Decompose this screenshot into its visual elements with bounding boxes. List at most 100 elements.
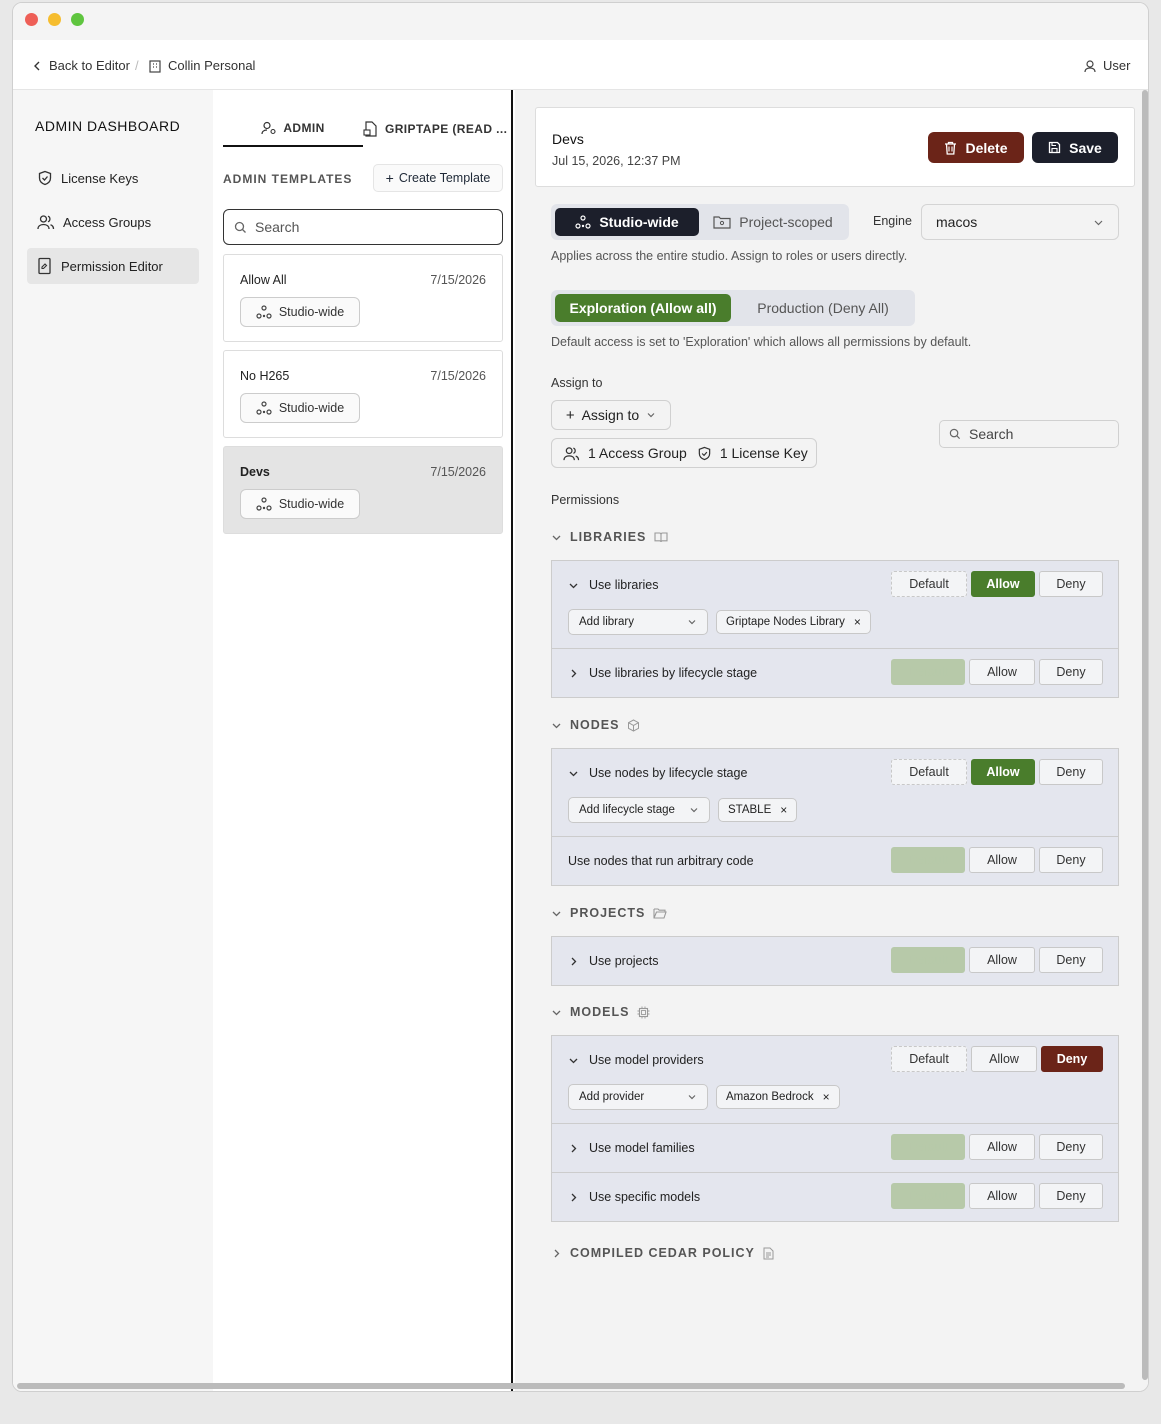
close-window-button[interactable] (25, 13, 38, 26)
permission-row-nodes-lifecycle: Use nodes by lifecycle stage Default All… (552, 749, 1118, 837)
row-toggle[interactable]: Use model families (568, 1141, 695, 1155)
row-label: Use projects (589, 954, 659, 968)
deny-button[interactable]: Deny (1039, 659, 1103, 685)
default-button[interactable]: Default (891, 759, 967, 785)
title-bar (13, 3, 1148, 40)
workspace-breadcrumb[interactable]: Collin Personal (148, 58, 255, 73)
allow-button[interactable]: Allow (969, 1134, 1035, 1160)
sidebar-item-license-keys[interactable]: License Keys (27, 160, 199, 196)
sidebar-item-access-groups[interactable]: Access Groups (27, 204, 199, 240)
building-icon (148, 59, 162, 73)
add-library-select[interactable]: Add library (568, 609, 708, 635)
permission-search-input[interactable]: Search (939, 420, 1119, 448)
scope-badge: Studio-wide (240, 489, 360, 519)
cedar-section-header[interactable]: COMPILED CEDAR POLICY (551, 1246, 774, 1260)
studio-wide-option[interactable]: Studio-wide (555, 208, 699, 236)
allow-button[interactable]: Allow (969, 947, 1035, 973)
row-label: Use libraries by lifecycle stage (589, 666, 758, 680)
default-button[interactable]: Default (891, 571, 967, 597)
minimize-window-button[interactable] (48, 13, 61, 26)
tab-admin[interactable]: ADMIN (223, 110, 363, 147)
project-scoped-option[interactable]: Project-scoped (701, 208, 845, 236)
deny-button[interactable]: Deny (1041, 1046, 1103, 1072)
engine-value: macos (936, 214, 978, 230)
default-button[interactable]: Default (891, 1183, 965, 1209)
delete-button[interactable]: Delete (928, 132, 1024, 163)
add-lifecycle-stage-select[interactable]: Add lifecycle stage (568, 797, 710, 823)
row-toggle[interactable]: Use nodes by lifecycle stage (568, 766, 747, 780)
mode-help-text: Default access is set to 'Exploration' w… (551, 335, 972, 349)
sidebar-item-permission-editor[interactable]: Permission Editor (27, 248, 199, 284)
allow-button[interactable]: Allow (971, 571, 1035, 597)
deny-button[interactable]: Deny (1039, 1183, 1103, 1209)
search-icon (234, 221, 247, 234)
zoom-window-button[interactable] (71, 13, 84, 26)
assign-to-button[interactable]: + Assign to (551, 400, 671, 430)
allow-button[interactable]: Allow (969, 847, 1035, 873)
row-toggle[interactable]: Use model providers (568, 1053, 704, 1067)
default-button[interactable]: Default (891, 1134, 965, 1160)
template-search-input[interactable]: Search (223, 209, 503, 245)
default-button[interactable]: Default (891, 1046, 967, 1072)
nodes-section-header[interactable]: NODES (551, 718, 640, 732)
permission-row-specific-models: Use specific models Default Allow Deny (552, 1173, 1118, 1221)
search-icon (949, 428, 961, 440)
user-menu[interactable]: User (1083, 58, 1130, 73)
exploration-option[interactable]: Exploration (Allow all) (555, 294, 731, 322)
chip-icon (637, 1006, 650, 1019)
network-icon (256, 497, 272, 511)
engine-select[interactable]: macos (921, 204, 1119, 240)
chevron-down-icon (551, 1007, 562, 1018)
default-button[interactable]: Default (891, 947, 965, 973)
template-header: Devs Jul 15, 2026, 12:37 PM Delete Save (535, 107, 1135, 187)
allow-button[interactable]: Allow (969, 659, 1035, 685)
lifecycle-chip: STABLE × (718, 798, 798, 822)
template-card-devs[interactable]: Devs 7/15/2026 Studio-wide (223, 446, 503, 534)
template-card-allow-all[interactable]: Allow All 7/15/2026 Studio-wide (223, 254, 503, 342)
template-date: 7/15/2026 (430, 369, 486, 383)
create-template-button[interactable]: + Create Template (373, 164, 503, 192)
template-card-no-h265[interactable]: No H265 7/15/2026 Studio-wide (223, 350, 503, 438)
row-toggle[interactable]: Use specific models (568, 1190, 700, 1204)
studio-wide-label: Studio-wide (599, 214, 679, 230)
production-option[interactable]: Production (Deny All) (735, 294, 911, 322)
default-button[interactable]: Default (891, 847, 965, 873)
assignment-summary[interactable]: 1 Access Group 1 License Key (551, 438, 817, 468)
vertical-scrollbar[interactable] (1142, 90, 1148, 1380)
deny-button[interactable]: Deny (1039, 1134, 1103, 1160)
allow-button[interactable]: Allow (971, 759, 1035, 785)
book-open-icon (654, 531, 668, 543)
permission-detail: Devs Jul 15, 2026, 12:37 PM Delete Save … (515, 90, 1148, 1391)
deny-button[interactable]: Deny (1039, 947, 1103, 973)
row-toggle[interactable]: Use libraries (568, 578, 658, 592)
template-name: Allow All (240, 273, 287, 287)
deny-button[interactable]: Deny (1039, 571, 1103, 597)
models-section-header[interactable]: MODELS (551, 1005, 650, 1019)
add-provider-select[interactable]: Add provider (568, 1084, 708, 1110)
libraries-section-header[interactable]: LIBRARIES (551, 530, 668, 544)
assign-to-label: Assign to (551, 376, 603, 390)
chevron-down-icon (687, 1092, 697, 1102)
allow-button[interactable]: Allow (969, 1183, 1035, 1209)
row-toggle[interactable]: Use libraries by lifecycle stage (568, 666, 757, 680)
deny-button[interactable]: Deny (1039, 847, 1103, 873)
template-name: No H265 (240, 369, 290, 383)
chevron-down-icon (1093, 217, 1104, 228)
assign-to-button-label: Assign to (581, 407, 640, 423)
back-to-editor-link[interactable]: Back to Editor (31, 58, 130, 73)
tab-griptape[interactable]: GRIPTAPE (READ ... (363, 110, 507, 147)
default-button[interactable]: Default (891, 659, 965, 685)
remove-icon[interactable]: × (823, 1090, 830, 1104)
remove-icon[interactable]: × (854, 615, 861, 629)
deny-button[interactable]: Deny (1039, 759, 1103, 785)
template-date: 7/15/2026 (430, 465, 486, 479)
chip-label: Amazon Bedrock (726, 1091, 814, 1103)
horizontal-scrollbar[interactable] (17, 1383, 1125, 1389)
projects-section-header[interactable]: PROJECTS (551, 906, 668, 920)
allow-button[interactable]: Allow (971, 1046, 1037, 1072)
sidebar-title: ADMIN DASHBOARD (35, 118, 181, 134)
chevron-down-icon (568, 580, 579, 591)
remove-icon[interactable]: × (780, 803, 787, 817)
row-toggle[interactable]: Use projects (568, 954, 658, 968)
save-button[interactable]: Save (1032, 132, 1118, 163)
